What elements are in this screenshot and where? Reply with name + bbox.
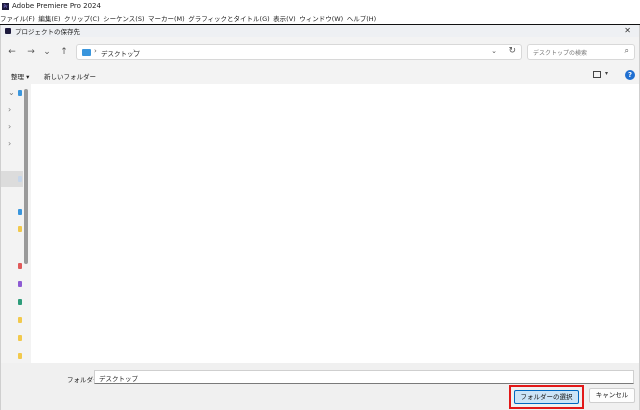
expand-chevron-icon[interactable]: ⌄ xyxy=(8,88,15,97)
new-folder-button[interactable]: 新しいフォルダー xyxy=(44,71,96,81)
breadcrumb-chevron-icon[interactable]: › xyxy=(133,47,136,55)
highlight-box: フォルダーの選択 xyxy=(509,385,584,409)
breadcrumb-chevron-icon[interactable]: › xyxy=(94,47,97,55)
file-list-pane[interactable] xyxy=(31,84,639,388)
dialog-footer: フォルダー: デスクトップ フォルダーの選択 キャンセル xyxy=(1,363,639,410)
dialog-title-bar: プロジェクトの保存先 ✕ xyxy=(1,25,639,37)
nav-item-icon[interactable] xyxy=(18,299,22,305)
view-options-icon[interactable] xyxy=(593,71,601,78)
nav-item-icon[interactable] xyxy=(18,90,22,96)
navigation-pane: ⌄ › › › xyxy=(1,85,23,387)
premiere-logo-icon: Pr xyxy=(2,2,9,10)
folder-name-value[interactable]: デスクトップ xyxy=(99,373,138,383)
command-bar: 整理 ▾ 新しいフォルダー ▾ ? xyxy=(1,67,639,83)
forward-arrow-icon[interactable]: → xyxy=(25,46,37,58)
menu-clip[interactable]: クリップ(C) xyxy=(64,13,103,23)
select-folder-button[interactable]: フォルダーの選択 xyxy=(514,390,579,404)
menu-bar: ファイル(F) 編集(E) クリップ(C) シーケンス(S) マーカー(M) グ… xyxy=(0,12,640,24)
up-arrow-icon[interactable]: ↑ xyxy=(58,46,70,58)
recent-locations-icon[interactable]: ⌄ xyxy=(41,46,53,58)
nav-item-icon[interactable] xyxy=(18,317,22,323)
folder-picker-dialog: プロジェクトの保存先 ✕ ← → ⌄ ↑ › デスクトップ › ⌄ ↻ デスクト… xyxy=(0,25,640,410)
menu-edit[interactable]: 編集(E) xyxy=(38,13,64,23)
nav-item-icon[interactable] xyxy=(18,176,22,182)
premiere-dialog-icon xyxy=(5,28,11,34)
menu-file[interactable]: ファイル(F) xyxy=(0,13,38,23)
cancel-button[interactable]: キャンセル xyxy=(589,388,635,403)
nav-item-icon[interactable] xyxy=(18,353,22,359)
navigation-row: ← → ⌄ ↑ › デスクトップ › ⌄ ↻ デスクトップの検索 ⌕ xyxy=(1,41,639,63)
nav-item-icon[interactable] xyxy=(18,281,22,287)
nav-item-icon[interactable] xyxy=(18,263,22,269)
nav-item-icon[interactable] xyxy=(18,335,22,341)
menu-help[interactable]: ヘルプ(H) xyxy=(347,13,380,23)
menu-view[interactable]: 表示(V) xyxy=(273,13,299,23)
nav-item-icon[interactable] xyxy=(18,226,22,232)
menu-sequence[interactable]: シーケンス(S) xyxy=(103,13,148,23)
expand-chevron-icon[interactable]: › xyxy=(8,139,11,148)
back-arrow-icon[interactable]: ← xyxy=(6,46,18,58)
organize-button[interactable]: 整理 ▾ xyxy=(11,71,29,81)
nav-item-icon[interactable] xyxy=(18,209,22,215)
menu-window[interactable]: ウィンドウ(W) xyxy=(299,13,347,23)
menu-marker[interactable]: マーカー(M) xyxy=(148,13,188,23)
search-placeholder[interactable]: デスクトップの検索 xyxy=(533,48,587,57)
refresh-icon[interactable]: ↻ xyxy=(508,46,516,56)
view-dropdown-icon[interactable]: ▾ xyxy=(605,70,608,77)
expand-chevron-icon[interactable]: › xyxy=(8,122,11,131)
desktop-folder-icon xyxy=(82,49,91,56)
menu-graphics[interactable]: グラフィックとタイトル(G) xyxy=(188,13,273,23)
address-bar[interactable]: › デスクトップ › ⌄ ↻ xyxy=(76,44,522,60)
app-title: Adobe Premiere Pro 2024 xyxy=(12,2,101,10)
search-box[interactable]: デスクトップの検索 ⌕ xyxy=(527,44,635,60)
dialog-title: プロジェクトの保存先 xyxy=(15,28,80,36)
address-dropdown-icon[interactable]: ⌄ xyxy=(491,47,497,55)
expand-chevron-icon[interactable]: › xyxy=(8,105,11,114)
search-icon[interactable]: ⌕ xyxy=(625,46,629,56)
app-title-bar: Pr Adobe Premiere Pro 2024 xyxy=(0,0,640,12)
help-icon[interactable]: ? xyxy=(625,70,635,80)
navigation-scrollbar[interactable] xyxy=(24,89,28,264)
folder-name-field[interactable]: デスクトップ xyxy=(94,370,634,384)
close-icon[interactable]: ✕ xyxy=(624,25,631,37)
